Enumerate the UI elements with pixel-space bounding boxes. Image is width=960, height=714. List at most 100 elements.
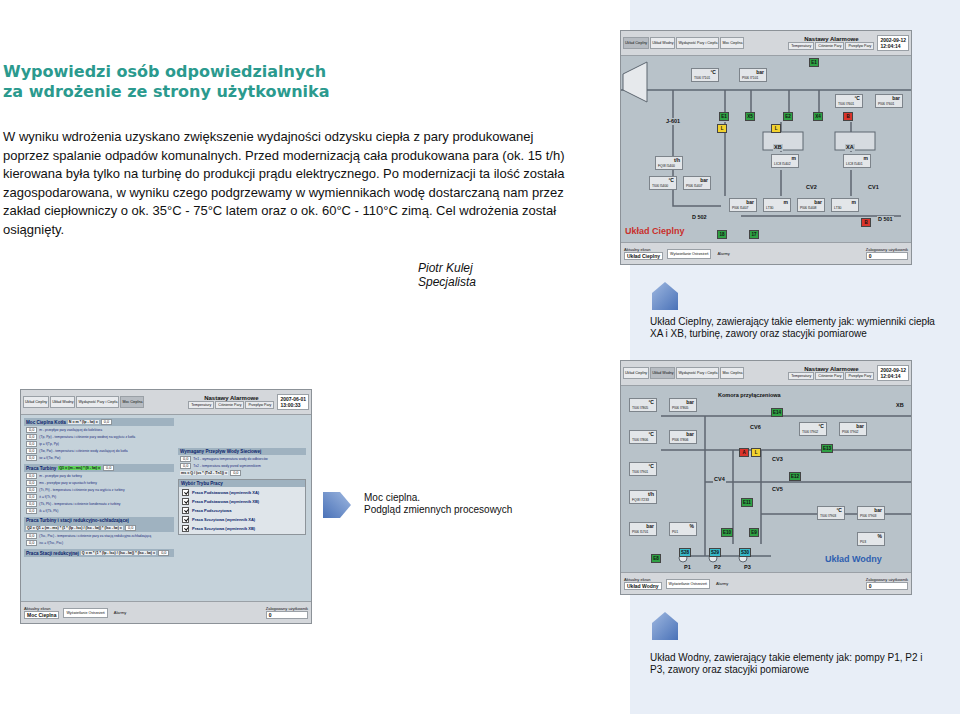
figure-caption: Moc cieplna.Podgląd zmiennych procesowyc…	[364, 492, 512, 516]
value-field: 0,0	[26, 473, 37, 479]
screen-tab[interactable]: Wydajność Pary i Ciepła	[676, 367, 719, 379]
screen-tab[interactable]: Wydajność Pary i Ciepła	[76, 396, 119, 408]
figure-caption: Układ Cieplny, zawierający takie element…	[650, 316, 935, 340]
device-label: D 502	[691, 214, 708, 221]
measurement-box: °C TI06 I5400	[649, 176, 677, 190]
current-screen-name: Układ Wodny	[624, 582, 662, 590]
alarm-box[interactable]: Alarmy	[714, 580, 730, 587]
power-canvas: Moc Cieplna Kotła N = m * (Ip - Iw) = 0,…	[21, 415, 311, 601]
current-screen-name: Moc Cieplna	[24, 611, 59, 619]
checkbox[interactable]	[182, 516, 189, 523]
variable-row: 0,0 m - przepływ pary do turbiny	[24, 473, 174, 479]
clock: 2002-09-1212:04:14	[877, 365, 909, 381]
alarm-tab[interactable]: Przepływ Pary	[845, 372, 874, 380]
screen-tab[interactable]: Moc Cieplna	[720, 367, 744, 379]
measurement-box: m LIC8 I5401	[843, 154, 871, 168]
measurement-box: bar PI06 I7101	[739, 68, 767, 82]
water-diagram: °C TI06 I7805bar PI06 I7805°C TI06 I7806…	[621, 386, 911, 572]
alarm-tab[interactable]: Przepływ Pary	[845, 42, 874, 50]
screen-toolbar: Układ CieplnyUkład WodnyWydajność Pary i…	[621, 31, 911, 56]
checkbox[interactable]	[182, 507, 189, 514]
device-label: Komora przyłączeniowa	[717, 392, 782, 399]
status-badge: E12	[789, 472, 801, 481]
screen-tab[interactable]: Układ Cieplny	[623, 37, 649, 49]
value-field: 0,0	[125, 525, 136, 531]
screen-toolbar: Układ CieplnyUkład WodnyWydajność Pary i…	[621, 361, 911, 386]
power-section: Moc Cieplna Kotła N = m * (Ip - Iw) = 0,…	[24, 418, 174, 461]
heat-diagram: °C TI06 I7101bar PI06 I7101°C TI06 I7601…	[621, 56, 911, 242]
variable-row: 0,0 m - przepływ pary zasilającej do kol…	[24, 427, 174, 433]
value-field: 0,0	[103, 465, 114, 471]
screen-tab[interactable]: Układ Wodny	[650, 367, 675, 379]
alarm-tab[interactable]: Temperatury	[788, 42, 814, 50]
checkbox[interactable]	[182, 498, 189, 505]
checkbox[interactable]	[182, 525, 189, 532]
measurement-box: °C TI06 I7601	[835, 94, 863, 108]
status-bar: Aktualny ekran Moc Cieplna Wyświetlanie …	[21, 601, 311, 623]
device-label: D 501	[877, 216, 894, 223]
alarm-tab[interactable]: Temperatury	[188, 401, 214, 409]
measurement-box: bar PI06 I5407	[729, 198, 757, 212]
status-badge: B	[861, 218, 871, 227]
mode-option[interactable]: Praca Podstawowa (wymiennik XA)	[179, 488, 305, 496]
alarm-settings: Nastawy Alarmowe TemperaturyCiśnienie Pa…	[188, 395, 274, 409]
value-field: 0,0	[180, 456, 191, 462]
warnings-box[interactable]: Wyświetlanie Ostrzeżeń	[666, 579, 710, 589]
value-field: 0,0	[26, 540, 37, 546]
alarm-tab[interactable]: Ciśnienie Pary	[815, 42, 844, 50]
variable-row: 0,0 (Tp, Pp) - temperatura i ciśnienie p…	[24, 434, 174, 440]
status-badge: S28	[679, 548, 691, 557]
mode-option[interactable]: Praca Szczytowa (wymiennik XB)	[179, 524, 305, 532]
variable-row: 0,0 ms - przepływ pary w upustach turbin…	[24, 480, 174, 486]
variable-row: 0,0 (Tk, Pk) - temperatura i ciśnienie k…	[24, 501, 174, 507]
device-label: CV6	[749, 424, 762, 431]
author-signature: Piotr KulejSpecjalista	[418, 261, 620, 289]
current-screen-name: Układ Cieplny	[624, 252, 663, 260]
status-badge: L	[751, 448, 761, 457]
measurement-box: bar PI06 I5701	[629, 522, 657, 536]
warnings-box[interactable]: Wyświetlanie Ostrzeżeń	[63, 608, 107, 618]
screen-tab[interactable]: Układ Wodny	[50, 396, 75, 408]
value-field: 0,0	[26, 508, 37, 514]
alarm-tab[interactable]: Temperatury	[788, 372, 814, 380]
status-badge: S30	[739, 548, 751, 557]
screen-tab[interactable]: Moc Cieplna	[120, 396, 144, 408]
user-value: 0	[266, 611, 308, 619]
section-title: Praca Turbiny	[26, 466, 56, 471]
power-section: Praca Turbiny Q1 = (m - ms) * (Ii - Iw) …	[24, 464, 174, 514]
variable-row: 0,0 isc = f(Tsc, Psc)	[24, 540, 174, 546]
value-field: 0,0	[26, 480, 37, 486]
alarm-box[interactable]: Alarmy	[112, 609, 128, 616]
arrow-icon	[650, 610, 680, 642]
value-field: 0,0	[158, 550, 169, 556]
heat-screenshot: Układ CieplnyUkład WodnyWydajność Pary i…	[620, 30, 912, 265]
mode-option[interactable]: Praca Podszczytowa	[179, 506, 305, 514]
screen-tab[interactable]: Moc Cieplna	[720, 37, 744, 49]
value-field: 0,0	[101, 419, 112, 425]
variable-row: 0,0 (Tw, Pw) - temperatura i ciśnienie w…	[24, 448, 174, 454]
arrow-icon	[650, 280, 680, 312]
screen-tab[interactable]: Wydajność Pary i Ciepła	[676, 37, 719, 49]
status-badge: E1	[719, 112, 729, 121]
value-field: 0,0	[26, 441, 37, 447]
warnings-box[interactable]: Wyświetlanie Ostrzeżeń	[667, 249, 711, 259]
screen-tab[interactable]: Układ Cieplny	[623, 367, 649, 379]
alarm-tab[interactable]: Ciśnienie Pary	[815, 372, 844, 380]
clock: 2002-09-1212:04:14	[877, 35, 909, 51]
measurement-box: bar PI06 I7601	[875, 94, 903, 108]
formula: Q2 = Q1 + (m - ms) * (1 * (Ip - Isc) / (…	[26, 526, 123, 530]
power-section: Praca Stacji redukcyjnej Q = m * (1 * (I…	[24, 549, 174, 557]
alarm-box[interactable]: Alarmy	[715, 250, 731, 257]
mode-option[interactable]: Praca Szczytowa (wymiennik XA)	[179, 515, 305, 523]
measurement-box: t/h FQI8 I7233	[629, 490, 657, 504]
screen-tab[interactable]: Układ Wodny	[650, 37, 675, 49]
measurement-box: m LIC8 I5402	[771, 154, 799, 168]
alarm-tab[interactable]: Ciśnienie Pary	[215, 401, 244, 409]
screen-tab[interactable]: Układ Cieplny	[23, 396, 49, 408]
mode-option[interactable]: Praca Podstawowa (wymiennik XB)	[179, 497, 305, 505]
status-badge: 17	[749, 230, 759, 239]
status-badge: X5	[745, 112, 755, 121]
alarm-tab[interactable]: Przepływ Pary	[245, 401, 274, 409]
variable-row: 0,0 (Tt, Pt) - temperatura i ciśnienie p…	[24, 487, 174, 493]
checkbox[interactable]	[182, 489, 189, 496]
